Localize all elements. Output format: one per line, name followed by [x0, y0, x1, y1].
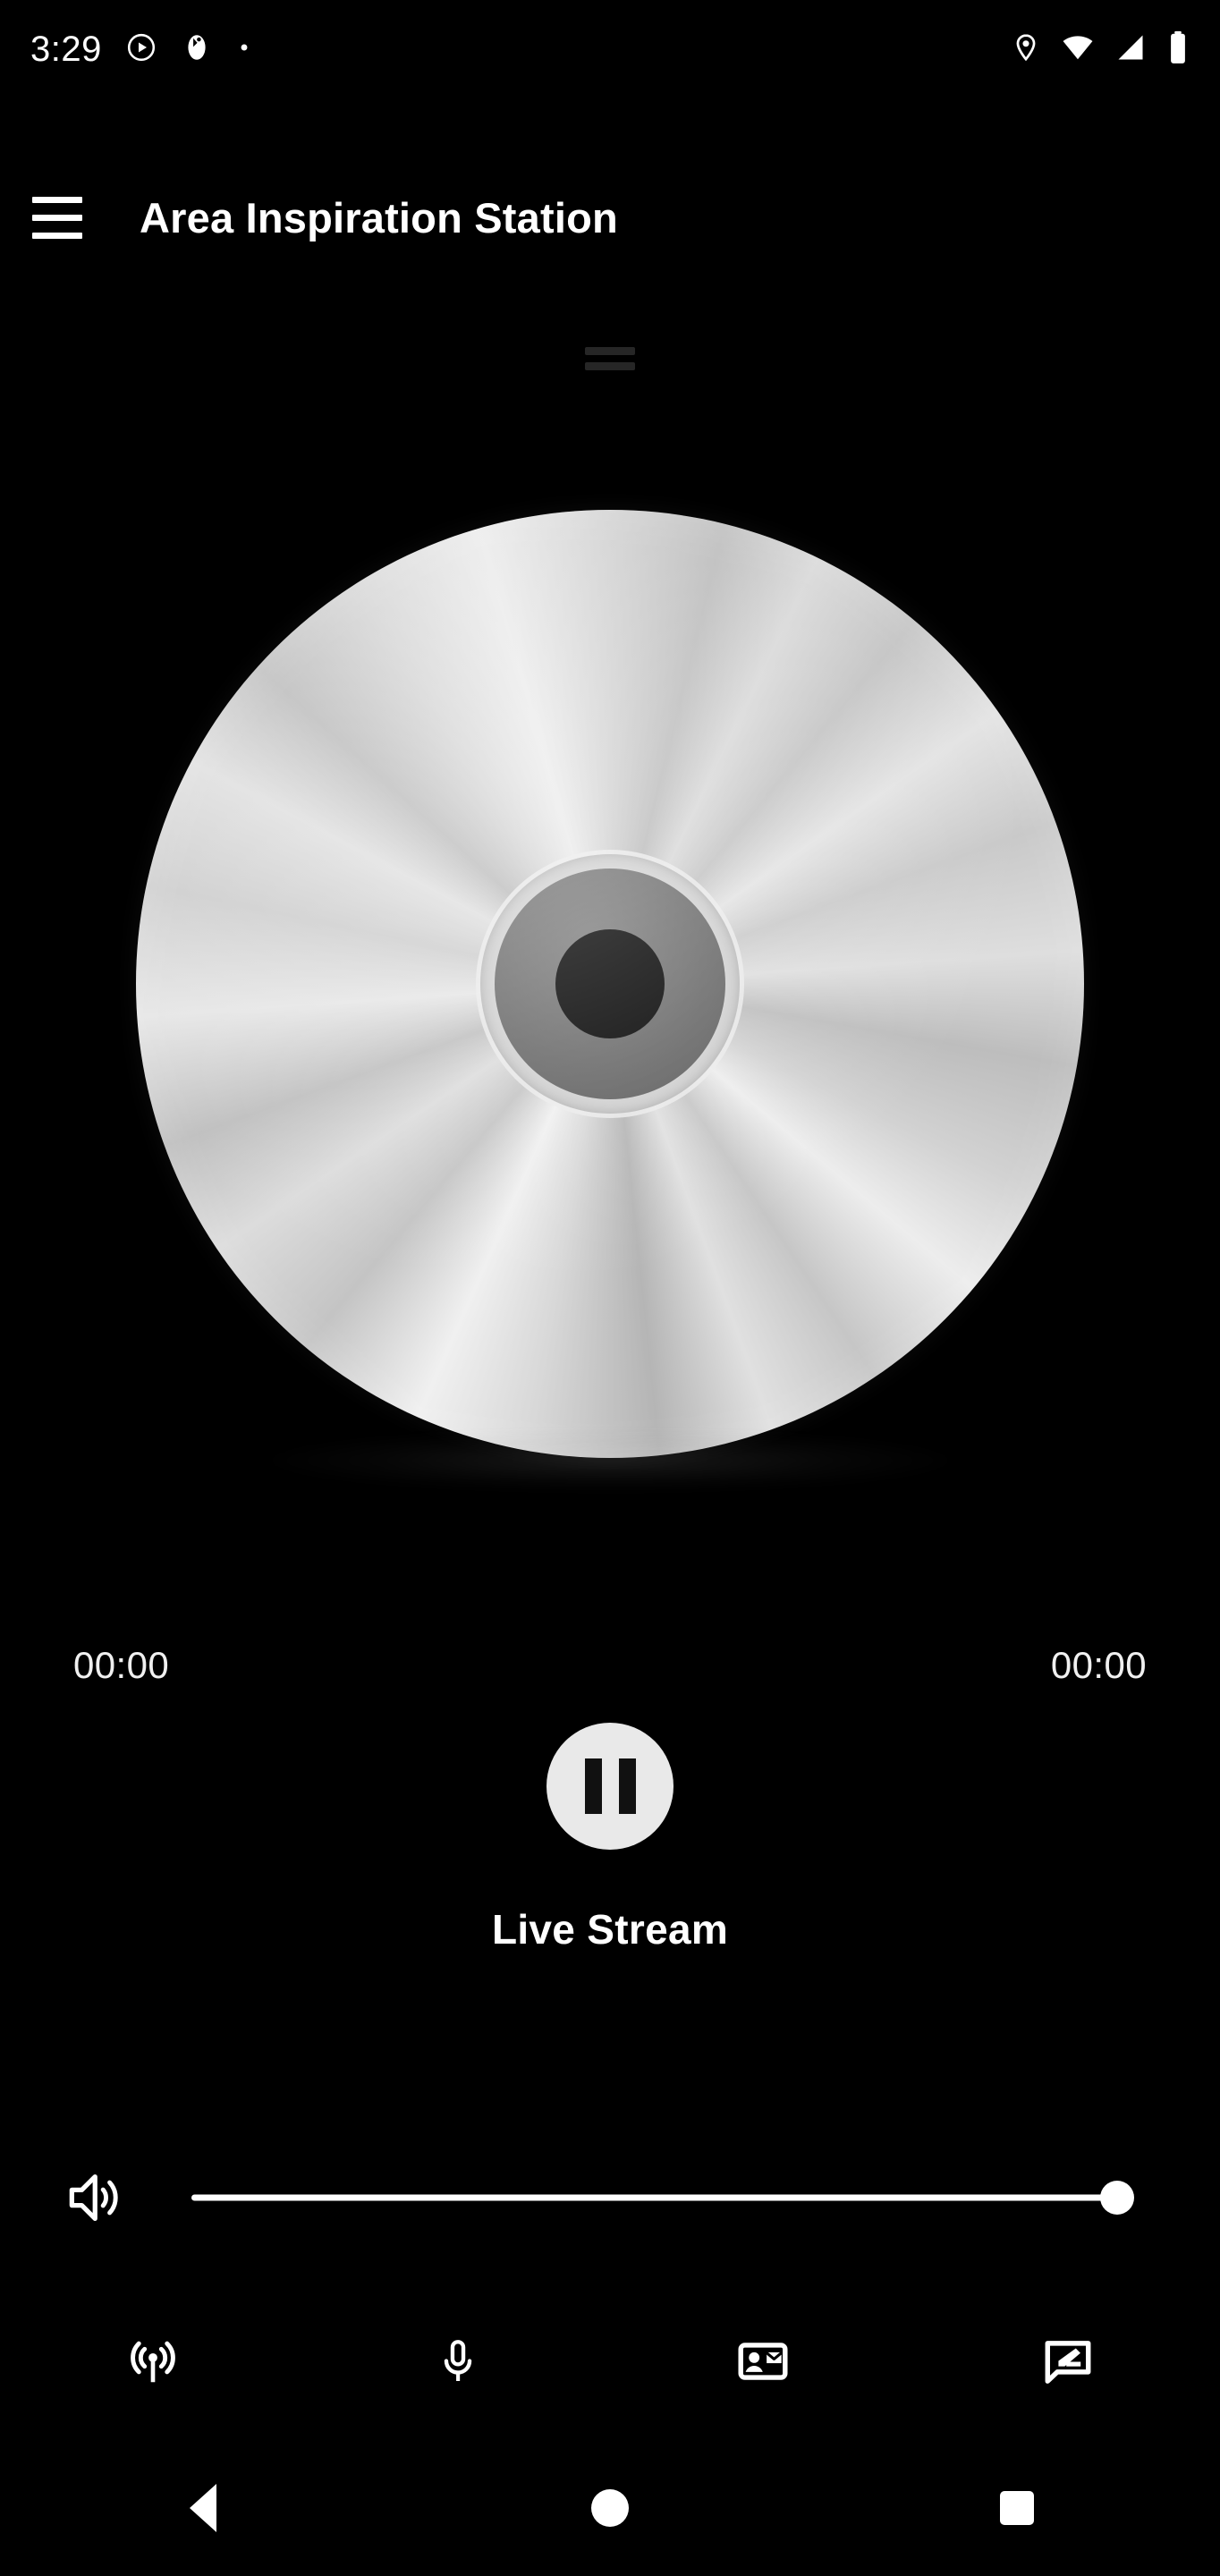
notification-dot-icon: [236, 39, 252, 60]
drag-handle-bar: [585, 362, 635, 370]
recents-square-icon: [999, 2491, 1034, 2525]
player-screen: 3:29 Area Inspiration Station 00:00 00:0…: [0, 0, 1220, 2576]
now-playing-title: Live Stream: [491, 1906, 729, 1953]
status-bar-left: 3:29: [30, 30, 252, 70]
location-pin-icon: [1011, 32, 1041, 67]
broadcast-icon[interactable]: [0, 2334, 305, 2389]
page-title: Area Inspiration Station: [140, 193, 618, 242]
volume-slider[interactable]: [191, 2166, 1145, 2229]
album-art-area: [136, 501, 1084, 1490]
cd-album-art: [136, 510, 1084, 1458]
microphone-icon[interactable]: [305, 2335, 610, 2387]
back-triangle-icon: [190, 2484, 217, 2532]
nav-home-button[interactable]: [407, 2489, 814, 2527]
pause-icon: [618, 1758, 636, 1814]
hamburger-line: [32, 214, 82, 221]
app-bar: Area Inspiration Station: [0, 159, 1220, 275]
cell-signal-icon: [1114, 31, 1147, 68]
pause-button[interactable]: [546, 1723, 674, 1850]
cd-hub: [495, 869, 725, 1099]
volume-up-icon[interactable]: [55, 2165, 132, 2231]
drag-handle-bar: [585, 347, 635, 355]
cd-hub-ring: [480, 854, 740, 1114]
volume-slider-thumb[interactable]: [1100, 2181, 1134, 2215]
android-nav-bar: [0, 2440, 1220, 2576]
hamburger-menu-icon[interactable]: [16, 196, 98, 239]
volume-row: [0, 2160, 1220, 2235]
contact-card-icon[interactable]: [610, 2334, 915, 2389]
pause-icon: [584, 1758, 602, 1814]
drag-handle[interactable]: [585, 347, 635, 370]
hamburger-line: [32, 232, 82, 239]
play-circle-icon: [125, 31, 157, 68]
cd-center-hole: [555, 929, 665, 1038]
elapsed-time: 00:00: [73, 1644, 170, 1686]
cd-reflection: [270, 1431, 950, 1490]
remaining-time: 00:00: [1050, 1644, 1147, 1686]
battery-icon: [1166, 30, 1190, 69]
notification-badge-icon: [181, 31, 213, 68]
hamburger-line: [32, 196, 82, 203]
volume-slider-track: [191, 2194, 1106, 2201]
nav-back-button[interactable]: [0, 2484, 407, 2532]
status-bar: 3:29: [0, 0, 1220, 98]
status-bar-clock: 3:29: [30, 29, 102, 69]
home-circle-icon: [591, 2489, 629, 2527]
compose-message-icon[interactable]: [915, 2334, 1220, 2389]
bottom-icon-bar: [0, 2308, 1220, 2415]
wifi-icon: [1061, 30, 1095, 69]
status-bar-right: [1011, 30, 1190, 69]
time-row: 00:00 00:00: [0, 1644, 1220, 1687]
nav-recents-button[interactable]: [813, 2491, 1220, 2525]
